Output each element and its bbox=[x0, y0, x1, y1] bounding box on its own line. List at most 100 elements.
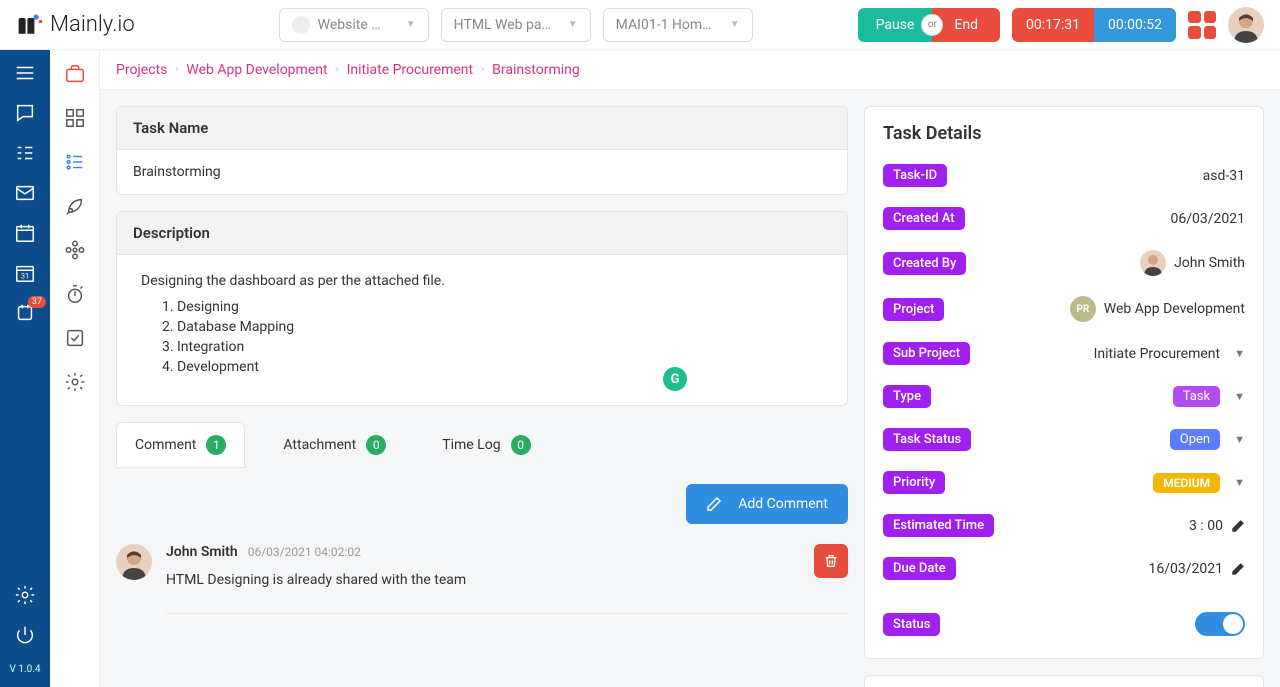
chevron-right-icon: › bbox=[481, 64, 484, 75]
gear-icon[interactable] bbox=[63, 370, 87, 394]
detail-row-priority[interactable]: Priority MEDIUM ▼ bbox=[865, 461, 1263, 504]
tasks-icon[interactable] bbox=[14, 142, 36, 164]
timer-total: 00:17:31 bbox=[1012, 8, 1094, 42]
main-area: Projects › Web App Development › Initiat… bbox=[100, 50, 1280, 687]
value-status: Open bbox=[1170, 429, 1220, 450]
notification-icon[interactable]: 37 bbox=[14, 302, 36, 324]
power-icon[interactable] bbox=[14, 624, 36, 646]
pencil-icon[interactable] bbox=[1231, 519, 1245, 533]
detail-row-estimated[interactable]: Estimated Time 3 : 00 bbox=[865, 504, 1263, 547]
chevron-down-icon: ▼ bbox=[1234, 476, 1245, 489]
detail-row-subproject[interactable]: Sub Project Initiate Procurement ▼ bbox=[865, 332, 1263, 375]
chevron-down-icon: ▼ bbox=[730, 19, 740, 30]
assigned-to-card: Assigned To bbox=[864, 675, 1264, 687]
value-priority: MEDIUM bbox=[1153, 473, 1220, 493]
grammarly-icon[interactable]: G bbox=[663, 367, 687, 391]
brand-logo[interactable]: Mainly.io bbox=[16, 12, 135, 37]
menu-icon[interactable] bbox=[14, 62, 36, 84]
flower-icon[interactable] bbox=[63, 238, 87, 262]
task-name-card: Task Name Brainstorming bbox=[116, 106, 848, 195]
value-project: Web App Development bbox=[1104, 301, 1245, 317]
brand-icon bbox=[16, 13, 44, 37]
delete-comment-button[interactable] bbox=[814, 544, 848, 578]
chevron-down-icon: ▼ bbox=[1234, 390, 1245, 403]
settings-icon[interactable] bbox=[14, 584, 36, 606]
project-badge-icon: PR bbox=[1070, 296, 1096, 322]
checklist-icon[interactable] bbox=[63, 326, 87, 350]
chevron-down-icon: ▼ bbox=[1234, 347, 1245, 360]
version-label: V 1.0.4 bbox=[10, 664, 41, 675]
pause-or-label: or bbox=[921, 14, 943, 36]
description-body[interactable]: Designing the dashboard as per the attac… bbox=[117, 255, 847, 405]
chip-created-by: Created By bbox=[883, 252, 966, 275]
tab-comment-count: 1 bbox=[206, 435, 226, 455]
stopwatch-icon[interactable] bbox=[63, 282, 87, 306]
briefcase-icon[interactable] bbox=[63, 62, 87, 86]
chip-project: Project bbox=[883, 298, 944, 321]
top-select-website[interactable]: Website … ▼ bbox=[279, 8, 429, 42]
task-name-value[interactable]: Brainstorming bbox=[117, 150, 847, 194]
breadcrumb-brainstorming[interactable]: Brainstorming bbox=[492, 62, 580, 78]
breadcrumb-webapp[interactable]: Web App Development bbox=[186, 62, 327, 78]
comment-author: John Smith bbox=[166, 544, 238, 560]
comment-item: John Smith 06/03/2021 04:02:02 HTML Desi… bbox=[116, 540, 848, 605]
top-select-html[interactable]: HTML Web pa… ▼ bbox=[441, 8, 591, 42]
pencil-icon[interactable] bbox=[1231, 562, 1245, 576]
value-created-by: John Smith bbox=[1174, 255, 1245, 271]
svg-text:31: 31 bbox=[21, 272, 29, 281]
detail-row-created-by: Created By John Smith bbox=[865, 240, 1263, 286]
list-icon[interactable] bbox=[63, 150, 87, 174]
task-details-header: Task Details bbox=[865, 107, 1263, 154]
globe-icon bbox=[292, 16, 310, 34]
description-item: Development bbox=[177, 357, 823, 377]
tab-comment[interactable]: Comment 1 bbox=[116, 422, 245, 468]
detail-row-project: Project PR Web App Development bbox=[865, 286, 1263, 332]
status-toggle[interactable] bbox=[1195, 612, 1245, 636]
assigned-to-header: Assigned To bbox=[865, 676, 1263, 687]
tab-attachment-label: Attachment bbox=[283, 437, 356, 453]
value-type: Task bbox=[1173, 386, 1220, 407]
pause-end-group: Pause or End bbox=[858, 8, 1000, 42]
chip-subproject: Sub Project bbox=[883, 342, 970, 365]
chip-priority: Priority bbox=[883, 471, 945, 494]
description-intro: Designing the dashboard as per the attac… bbox=[141, 273, 823, 289]
description-item: Designing bbox=[177, 297, 823, 317]
comment-time: 06/03/2021 04:02:02 bbox=[248, 545, 361, 559]
detail-row-status[interactable]: Task Status Open ▼ bbox=[865, 418, 1263, 461]
task-details-card: Task Details Task-ID asd-31 Created At 0… bbox=[864, 106, 1264, 659]
description-header: Description bbox=[117, 212, 847, 255]
value-created-at: 06/03/2021 bbox=[1171, 211, 1246, 227]
chat-icon[interactable] bbox=[14, 102, 36, 124]
tab-attachment[interactable]: Attachment 0 bbox=[265, 422, 404, 468]
user-avatar[interactable] bbox=[1228, 7, 1264, 43]
top-bar: Mainly.io Website … ▼ HTML Web pa… ▼ MAI… bbox=[0, 0, 1280, 50]
comment-avatar bbox=[116, 544, 152, 580]
calendar-31-icon[interactable]: 31 bbox=[14, 262, 36, 284]
detail-row-created-at: Created At 06/03/2021 bbox=[865, 197, 1263, 240]
value-due: 16/03/2021 bbox=[1149, 561, 1224, 577]
created-by-avatar bbox=[1140, 250, 1166, 276]
rocket-icon[interactable] bbox=[63, 194, 87, 218]
timer-session: 00:00:52 bbox=[1094, 8, 1176, 42]
top-select-mai[interactable]: MAI01-1 Hom… ▼ bbox=[603, 8, 753, 42]
notification-badge: 37 bbox=[28, 296, 46, 308]
breadcrumb-initiate[interactable]: Initiate Procurement bbox=[347, 62, 474, 78]
breadcrumb-projects[interactable]: Projects bbox=[116, 62, 167, 78]
calendar-icon[interactable] bbox=[14, 222, 36, 244]
detail-row-taskid: Task-ID asd-31 bbox=[865, 154, 1263, 197]
value-taskid: asd-31 bbox=[1203, 168, 1245, 184]
dashboard-icon[interactable] bbox=[63, 106, 87, 130]
chip-estimated: Estimated Time bbox=[883, 514, 994, 537]
pencil-icon bbox=[706, 496, 722, 512]
chip-type: Type bbox=[883, 385, 931, 408]
detail-row-due[interactable]: Due Date 16/03/2021 bbox=[865, 547, 1263, 590]
description-item: Database Mapping bbox=[177, 317, 823, 337]
mail-icon[interactable] bbox=[14, 182, 36, 204]
value-estimated: 3 : 00 bbox=[1189, 518, 1223, 534]
chip-status: Task Status bbox=[883, 428, 971, 451]
apps-grid-icon[interactable] bbox=[1188, 11, 1216, 39]
chevron-down-icon: ▼ bbox=[568, 19, 578, 30]
add-comment-button[interactable]: Add Comment bbox=[686, 484, 848, 524]
detail-row-type[interactable]: Type Task ▼ bbox=[865, 375, 1263, 418]
tab-timelog[interactable]: Time Log 0 bbox=[424, 422, 548, 468]
